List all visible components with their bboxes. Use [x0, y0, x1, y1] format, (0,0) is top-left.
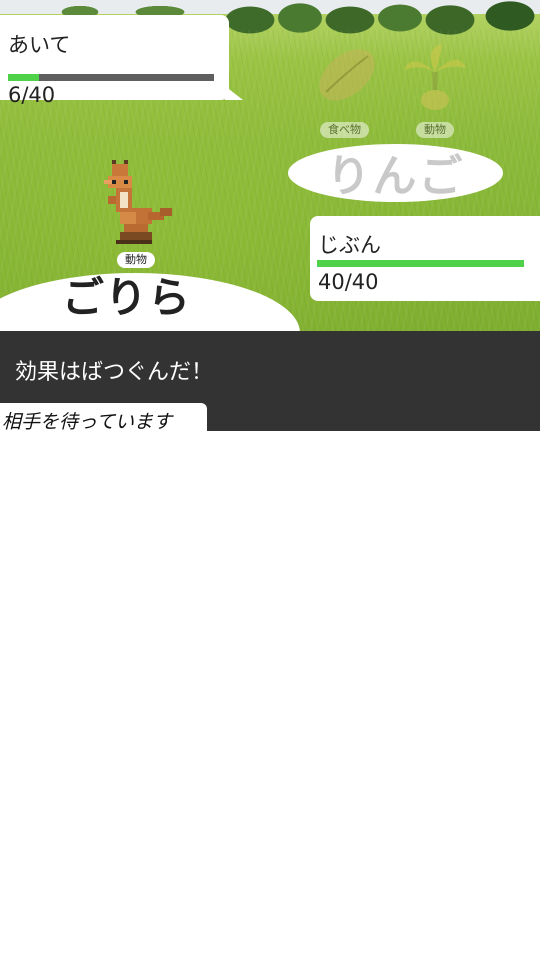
self-status-panel: じぶん 40/40	[310, 216, 540, 301]
self-name: ごりら	[62, 273, 192, 322]
opponent-panel-tail	[225, 86, 243, 100]
self-hp-bar	[317, 260, 524, 267]
battle-message: 効果はばつぐんだ！	[15, 360, 214, 385]
opponent-hp-fill	[8, 74, 39, 81]
kangaroo-sprite	[104, 160, 172, 244]
opponent-category-animal-badge: 動物	[416, 122, 454, 138]
self-hp-text: 40/40	[318, 270, 379, 294]
self-hp-fill	[317, 260, 524, 267]
opponent-category-food-badge: 食べ物	[320, 122, 369, 138]
waiting-text: 相手を待っています	[2, 411, 173, 433]
opponent-status-panel: あいて 6/40	[0, 15, 229, 107]
self-label: じぶん	[318, 233, 381, 257]
opponent-hp-bar	[8, 74, 214, 81]
plant-category-icon	[404, 44, 466, 110]
opponent-label: あいて	[8, 33, 71, 57]
food-category-icon	[319, 49, 375, 101]
opponent-hp-text: 6/40	[8, 83, 56, 107]
opponent-name: りんご	[326, 151, 465, 202]
